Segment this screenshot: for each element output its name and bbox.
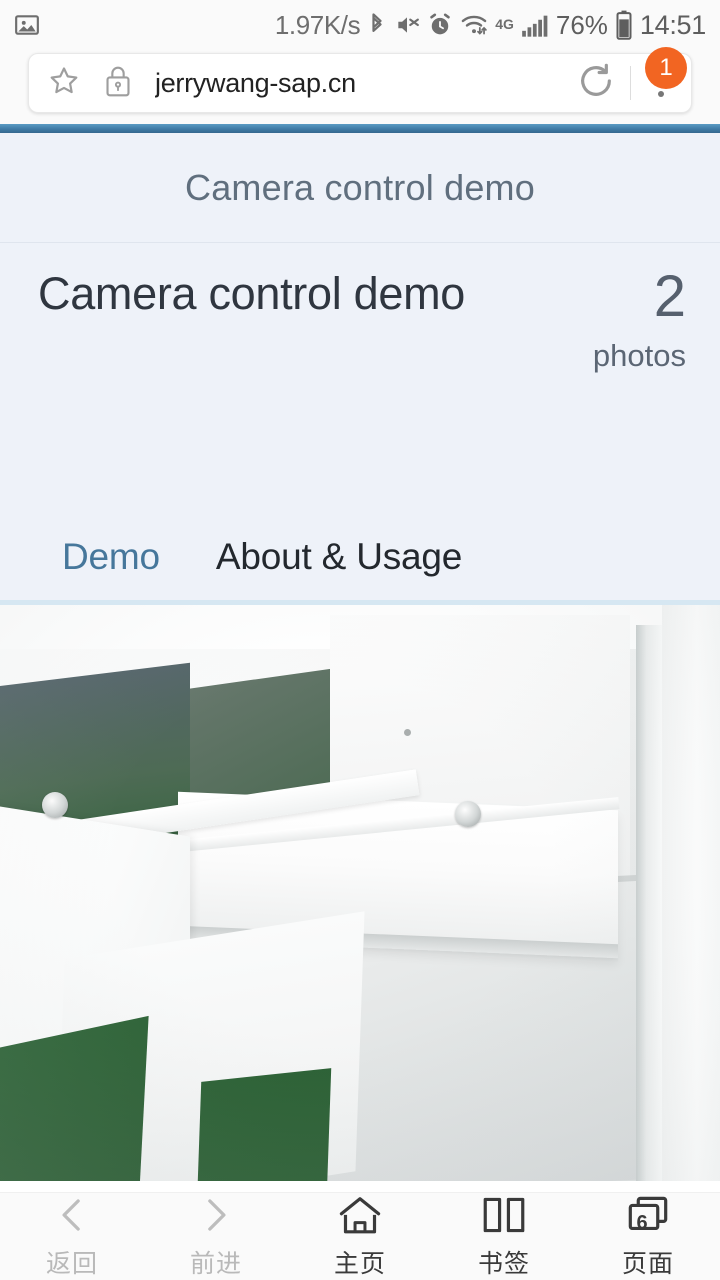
omnibox[interactable]: jerrywang-sap.cn 1 xyxy=(28,47,692,113)
wifi-icon xyxy=(460,12,488,38)
menu-badge: 1 xyxy=(645,47,687,89)
lock-icon xyxy=(103,64,133,103)
star-icon[interactable] xyxy=(47,64,81,103)
nav-bookmarks-button[interactable]: 书签 xyxy=(432,1193,576,1280)
page-header-bar: Camera control demo xyxy=(0,133,720,243)
home-icon xyxy=(337,1193,383,1237)
nav-forward-label: 前进 xyxy=(189,1250,242,1278)
hero-title: Camera control demo xyxy=(38,268,465,319)
nav-back-label: 返回 xyxy=(45,1250,98,1278)
url-text[interactable]: jerrywang-sap.cn xyxy=(155,68,356,99)
photo-counter: 2 photos xyxy=(593,265,686,374)
nav-forward-button[interactable]: 前进 xyxy=(144,1193,288,1280)
status-bar: 1.97K/s 4G 76% 14:51 xyxy=(0,0,720,50)
tab-about-usage[interactable]: About & Usage xyxy=(216,536,462,578)
alarm-clock-icon xyxy=(427,12,453,38)
camera-preview[interactable] xyxy=(0,605,720,1181)
nav-home-label: 主页 xyxy=(333,1250,386,1278)
battery-icon xyxy=(615,10,633,40)
chevron-right-icon xyxy=(195,1193,237,1237)
nav-tabs-label: 页面 xyxy=(621,1250,674,1278)
tab-bar: Demo About & Usage xyxy=(0,513,720,605)
chevron-left-icon xyxy=(51,1193,93,1237)
signal-bars-icon xyxy=(521,12,549,38)
tab-demo[interactable]: Demo xyxy=(62,536,160,578)
tabs-icon: 6 xyxy=(625,1193,671,1237)
photo-count-number: 2 xyxy=(653,264,686,329)
omnibox-actions: 1 xyxy=(576,47,687,106)
nav-home-button[interactable]: 主页 xyxy=(288,1193,432,1280)
page-title: Camera control demo xyxy=(185,166,535,208)
bluetooth-icon xyxy=(367,11,387,39)
nav-back-button[interactable]: 返回 xyxy=(0,1193,144,1280)
web-page-content: Camera control demo Camera control demo … xyxy=(0,124,720,1181)
status-bar-left xyxy=(14,12,40,38)
volume-mute-icon xyxy=(394,12,420,38)
clock-text: 14:51 xyxy=(639,9,706,40)
battery-percent-text: 76% xyxy=(555,9,608,40)
hero-section: Camera control demo 2 photos xyxy=(0,243,720,513)
nav-bookmarks-label: 书签 xyxy=(477,1250,530,1278)
tab-count-badge: 6 xyxy=(636,1212,648,1234)
status-bar-right: 1.97K/s 4G 76% 14:51 xyxy=(275,10,706,41)
reload-icon[interactable] xyxy=(576,61,616,106)
image-icon xyxy=(14,12,40,38)
photo-count-label: photos xyxy=(592,338,686,374)
network-type-label: 4G xyxy=(495,15,514,32)
nav-tabs-button[interactable]: 6 页面 xyxy=(576,1193,720,1280)
toolbar-divider xyxy=(630,66,631,100)
browser-bottom-nav: 返回 前进 主页 书签 6 页面 xyxy=(0,1192,720,1280)
network-speed-text: 1.97K/s xyxy=(274,9,361,40)
book-icon xyxy=(481,1193,527,1237)
camera-vignette xyxy=(0,605,720,1181)
browser-toolbar: jerrywang-sap.cn 1 xyxy=(0,47,720,124)
kebab-menu-icon[interactable]: 1 xyxy=(645,47,687,103)
accent-rule xyxy=(0,124,720,133)
